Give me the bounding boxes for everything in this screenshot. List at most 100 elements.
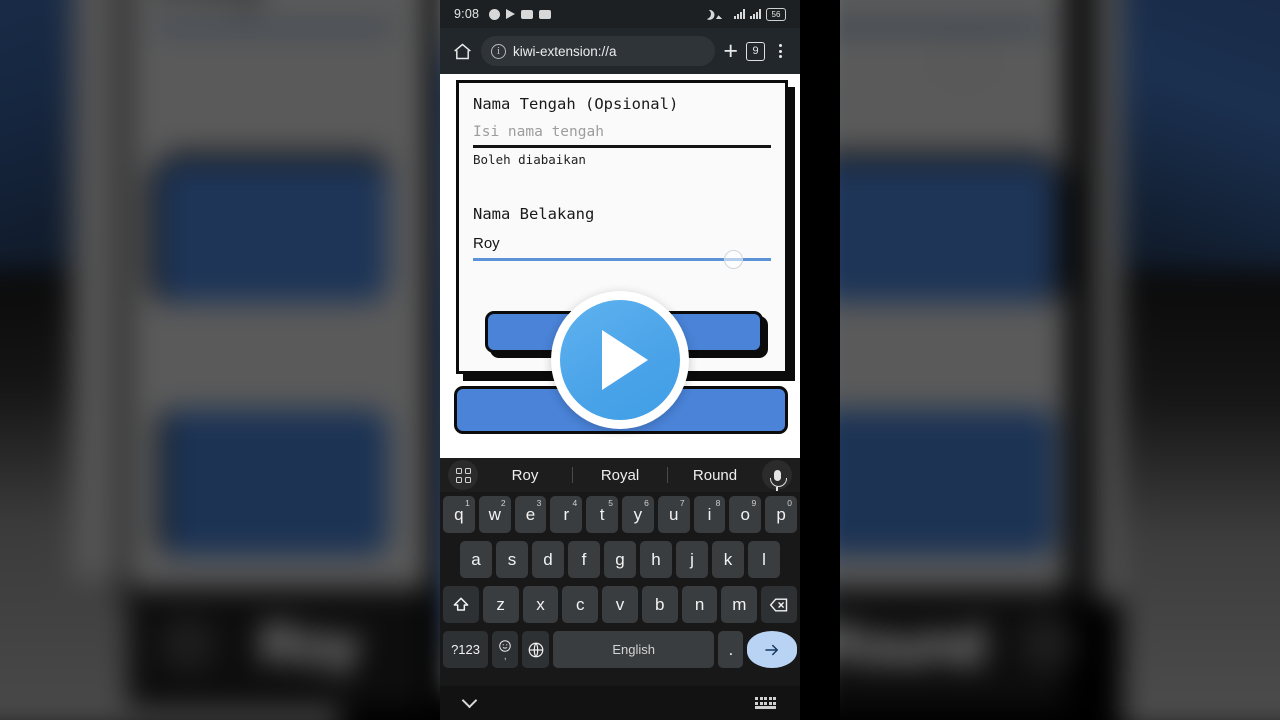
key-g[interactable]: g (604, 541, 636, 578)
key-label: e (525, 504, 536, 524)
more-vertical-icon[interactable] (773, 42, 788, 60)
plus-icon[interactable]: + (723, 38, 738, 64)
key-num: 9 (751, 498, 757, 508)
last-name-underline (473, 250, 771, 269)
key-z[interactable]: z (482, 586, 519, 623)
last-name-field[interactable]: Nama Belakang Roy (459, 167, 785, 269)
arrow-right-icon (765, 644, 779, 655)
key-label: t (599, 504, 605, 524)
key-label: w (488, 504, 501, 524)
key-num: 7 (679, 498, 685, 508)
key-m[interactable]: m (721, 586, 758, 623)
phone-screen: 9:08 56 i kiwi-extension://a + 9 Nama Te… (440, 0, 800, 720)
microphone-icon[interactable] (762, 460, 792, 491)
language-globe-icon[interactable] (522, 631, 549, 668)
key-c[interactable]: c (562, 586, 599, 623)
keyboard-nav-bar (440, 686, 800, 720)
status-system-icons: 56 (701, 7, 786, 21)
screenshot-root: Roy Roy Round (0, 0, 1280, 720)
shift-icon[interactable] (442, 586, 479, 623)
middle-name-input[interactable]: Isi nama tengah (473, 124, 771, 140)
video-play-overlay[interactable] (551, 291, 689, 429)
key-f[interactable]: f (568, 541, 600, 578)
keyboard-switch-icon[interactable] (755, 697, 776, 709)
key-y[interactable]: 6y (622, 496, 654, 533)
middle-name-field[interactable]: Nama Tengah (Opsional) Isi nama tengah B… (459, 83, 785, 167)
bg-suggestion-word-right: Round (840, 613, 986, 676)
play-button-circle[interactable] (560, 300, 680, 420)
key-h[interactable]: h (640, 541, 672, 578)
signal-icon-1 (734, 9, 745, 19)
key-label: r (563, 504, 570, 524)
bg-button-primary-right (840, 162, 1056, 302)
key-label: p (776, 504, 786, 524)
key-v[interactable]: v (602, 586, 638, 623)
key-d[interactable]: d (532, 541, 564, 578)
bg-button-secondary (158, 410, 388, 555)
key-label: q (454, 504, 464, 524)
key-num: 8 (715, 498, 721, 508)
bg-button-primary (158, 162, 388, 302)
key-o[interactable]: 9o (729, 496, 762, 533)
chevron-down-icon[interactable] (461, 692, 478, 709)
youtube-icon (539, 9, 552, 19)
backspace-icon[interactable] (761, 586, 798, 623)
suggestion-item[interactable]: Royal (573, 467, 667, 484)
suggestion-item[interactable]: Round (668, 467, 762, 484)
suggestion-item[interactable]: Roy (478, 467, 572, 484)
key-x[interactable]: x (522, 586, 559, 623)
background-right-gutter: Round (840, 0, 1280, 720)
last-name-input[interactable]: Roy (473, 235, 771, 252)
key-t[interactable]: 5t (586, 496, 618, 533)
wifi-icon (716, 9, 729, 19)
enter-key[interactable] (747, 631, 797, 668)
home-icon[interactable] (452, 41, 473, 62)
bg-name-text: Roy (155, 0, 268, 15)
bg-dark-region-right (1122, 270, 1280, 720)
symbols-key[interactable]: ?123 (443, 631, 489, 668)
bg-field-underline-right (840, 24, 1045, 31)
key-u[interactable]: 7u (657, 496, 690, 533)
key-e[interactable]: 3e (514, 496, 547, 533)
key-r[interactable]: 4r (550, 496, 583, 533)
key-k[interactable]: k (712, 541, 744, 578)
browser-toolbar: i kiwi-extension://a + 9 (440, 28, 800, 74)
key-q[interactable]: 1q (443, 496, 475, 533)
url-bar[interactable]: i kiwi-extension://a (481, 36, 716, 66)
suggestion-bar: Roy Royal Round (440, 458, 800, 492)
info-icon[interactable]: i (491, 43, 506, 59)
key-l[interactable]: l (748, 541, 780, 578)
emoji-comma-icon[interactable]: , (492, 631, 519, 668)
apps-grid-icon[interactable] (448, 460, 478, 490)
key-num: 2 (500, 498, 506, 508)
status-bar: 9:08 56 (440, 0, 800, 28)
key-s[interactable]: s (496, 541, 528, 578)
key-num: 4 (572, 498, 578, 508)
bg-microphone-icon (1020, 616, 1076, 672)
signal-icon-2 (750, 9, 761, 19)
virtual-keyboard: Roy Royal Round 1q 2w 3e 4r 5t 6y 7u 8i … (440, 458, 800, 720)
keyboard-row-3: z x c v b n m (440, 582, 800, 627)
key-b[interactable]: b (641, 586, 678, 623)
keyboard-row-1: 1q 2w 3e 4r 5t 6y 7u 8i 9o 0p (440, 492, 800, 537)
background-left-gutter: Roy Roy (0, 0, 440, 720)
key-n[interactable]: n (681, 586, 718, 623)
middle-name-label: Nama Tengah (Opsional) (473, 95, 679, 113)
period-key[interactable]: . (718, 631, 744, 668)
key-label: o (740, 504, 751, 524)
key-w[interactable]: 2w (478, 496, 511, 533)
key-a[interactable]: a (460, 541, 492, 578)
tab-counter[interactable]: 9 (746, 41, 765, 61)
key-p[interactable]: 0p (765, 496, 797, 533)
key-i[interactable]: 8i (693, 496, 726, 533)
bg-apps-grid-icon (160, 616, 216, 672)
key-j[interactable]: j (676, 541, 708, 578)
battery-indicator: 56 (766, 7, 786, 21)
space-key[interactable]: English (552, 631, 715, 668)
last-name-label: Nama Belakang (473, 205, 595, 223)
status-notification-icons (489, 8, 552, 20)
bg-button-secondary-right (840, 410, 1056, 555)
key-label: y (633, 504, 643, 524)
bg-ripple-circle (938, 33, 990, 85)
touch-ripple-indicator (724, 250, 743, 269)
